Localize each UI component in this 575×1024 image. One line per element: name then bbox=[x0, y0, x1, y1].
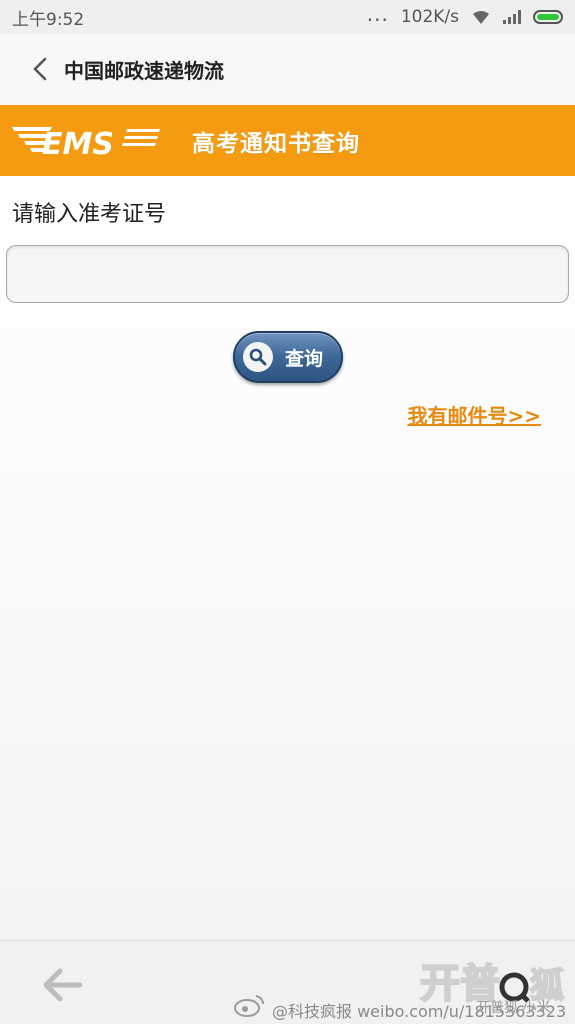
main-content: 请输入准考证号 查询 我有邮件号>> bbox=[0, 176, 575, 940]
signal-icon bbox=[503, 10, 521, 24]
have-tracking-number-link[interactable]: 我有邮件号>> bbox=[407, 400, 541, 429]
site-logo-text: 开普狐 小米 bbox=[476, 1000, 551, 1016]
query-button[interactable]: 查询 bbox=[233, 331, 343, 383]
status-time: 上午9:52 bbox=[12, 9, 85, 30]
ems-logo-text: EMS bbox=[42, 127, 114, 161]
page-title: 中国邮政速递物流 bbox=[64, 58, 224, 83]
status-indicators: ... 102K/s bbox=[367, 2, 563, 27]
battery-icon bbox=[533, 10, 563, 24]
more-dots: ... bbox=[366, 2, 389, 26]
nav-bar: 中国邮政速递物流 bbox=[0, 34, 575, 104]
query-button-label: 查询 bbox=[285, 347, 324, 370]
banner-title: 高考通知书查询 bbox=[192, 130, 360, 157]
ems-logo: EMS bbox=[12, 126, 160, 161]
chevron-left-icon[interactable] bbox=[18, 49, 62, 89]
network-speed: 102K/s bbox=[400, 7, 459, 27]
search-icon bbox=[243, 342, 273, 372]
weibo-icon bbox=[234, 995, 265, 1017]
ticket-number-label: 请输入准考证号 bbox=[12, 202, 167, 227]
bottom-bar: @科技疯报 weibo.com/u/1815363323 开普 狐 开普狐 小米 bbox=[0, 940, 575, 1024]
ems-banner: EMS 高考通知书查询 bbox=[0, 105, 575, 176]
arrow-left-icon[interactable] bbox=[40, 965, 86, 1005]
ticket-number-input[interactable] bbox=[6, 245, 569, 303]
wifi-icon bbox=[473, 10, 489, 24]
status-bar: 上午9:52 ... 102K/s bbox=[0, 0, 575, 34]
